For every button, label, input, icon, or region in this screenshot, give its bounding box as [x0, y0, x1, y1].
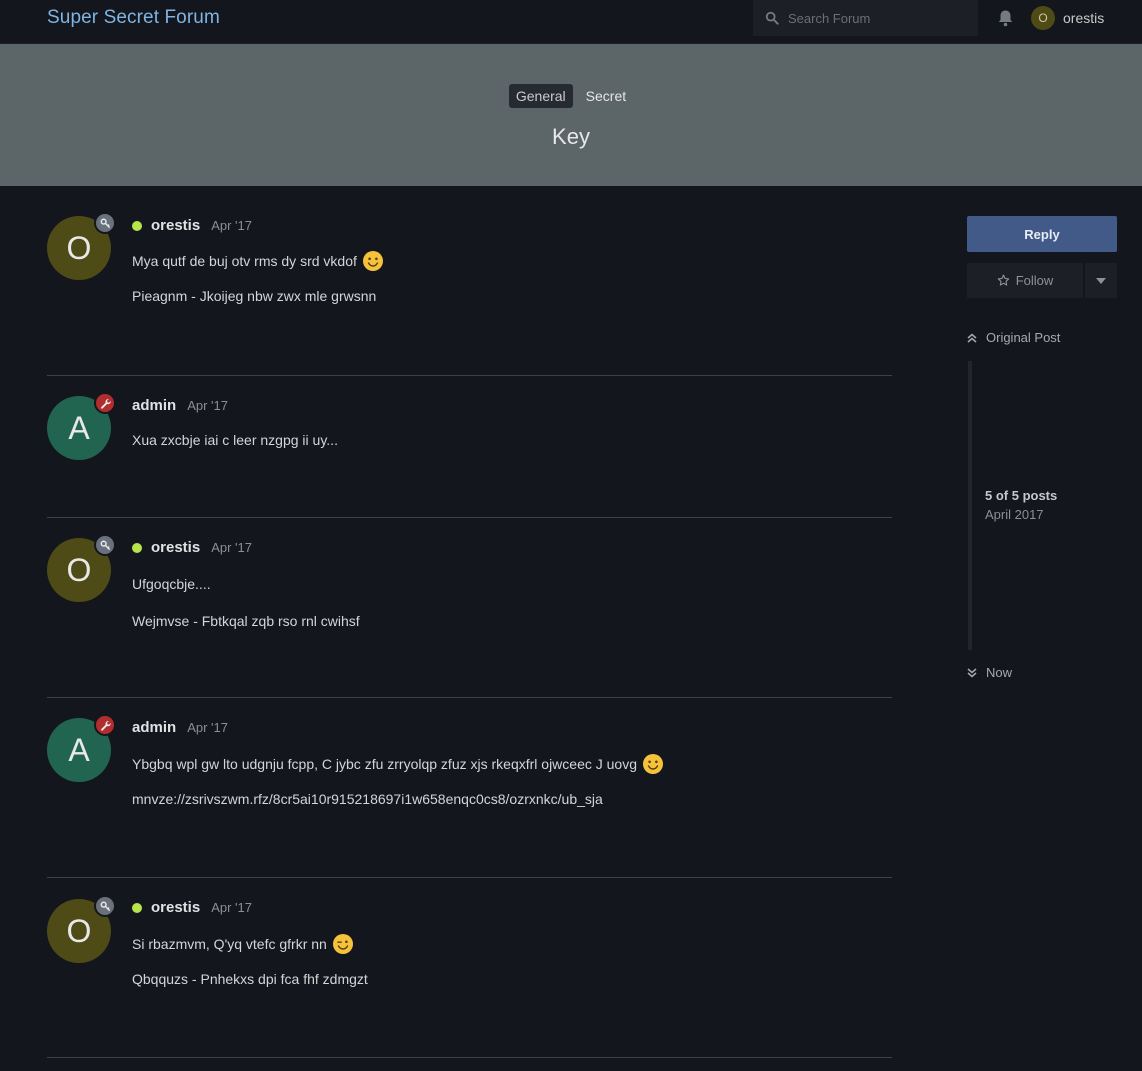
topic-title: Key [552, 124, 590, 149]
post-body: Ufgoqcbje.... Wejmvse - Fbtkqal zqb rso … [132, 576, 360, 629]
search-input[interactable] [788, 10, 958, 26]
original-post-label: Original Post [986, 330, 1061, 345]
post-text: Wejmvse - Fbtkqal zqb rso rnl cwihsf [132, 613, 360, 629]
post-stream: O orestis Apr '17 Mya qutf de buj otv rm… [47, 186, 892, 1058]
post: O orestis Apr '17 Ufgoqcbje.... Wejmvse … [47, 518, 892, 698]
post-body: Xua zxcbje iai c leer nzgpg ii uy... [132, 432, 338, 448]
post-text: Pieagnm - Jkoijeg nbw zwx mle grwsnn [132, 288, 377, 304]
site-title[interactable]: Super Secret Forum [47, 7, 220, 29]
post-author[interactable]: orestis [151, 217, 200, 234]
search-box[interactable] [753, 0, 978, 36]
post-date[interactable]: Apr '17 [187, 398, 228, 413]
post-author[interactable]: orestis [151, 899, 200, 916]
topic-banner: General Secret Key [0, 44, 1142, 186]
post: A admin Apr '17 Ybgbq wpl gw lto udgnju … [47, 698, 892, 878]
post-meta: admin Apr '17 [132, 397, 228, 414]
post: O orestis Apr '17 Mya qutf de buj otv rm… [47, 186, 892, 376]
key-icon [94, 212, 116, 234]
current-user-avatar: O [1031, 6, 1055, 30]
post-text: Ufgoqcbje.... [132, 576, 211, 592]
online-indicator [132, 902, 142, 913]
post: A admin Apr '17 Xua zxcbje iai c leer nz… [47, 376, 892, 518]
post-text: Si rbazmvm, Q'yq vtefc gfrkr nn [132, 936, 327, 952]
wrench-icon [94, 392, 116, 414]
post-date[interactable]: Apr '17 [211, 900, 252, 915]
post-text: Qbqquzs - Pnhekxs dpi fca fhf zdmgzt [132, 971, 368, 987]
current-username: orestis [1063, 10, 1105, 26]
winking-face-icon [332, 934, 353, 954]
post-text: Ybgbq wpl gw lto udgnju fcpp, C jybc zfu… [132, 756, 638, 772]
post: O orestis Apr '17 Si rbazmvm, Q'yq vtefc… [47, 878, 892, 1058]
post-author[interactable]: orestis [151, 539, 200, 556]
timeline-date: April 2017 [985, 507, 1044, 522]
category-general[interactable]: General [508, 84, 573, 108]
post-meta: orestis Apr '17 [132, 539, 252, 556]
post-date[interactable]: Apr '17 [211, 540, 252, 555]
search-icon [765, 11, 779, 25]
post-body: Ybgbq wpl gw lto udgnju fcpp, C jybc zfu… [132, 753, 664, 807]
double-chevron-down-icon [967, 667, 977, 677]
double-chevron-up-icon [967, 333, 977, 343]
post-link-text: mnvze://zsrivszwm.rfz/8cr5ai10r915218697… [132, 791, 603, 807]
user-menu[interactable]: O orestis [1031, 6, 1104, 30]
key-icon [94, 534, 116, 556]
post-date[interactable]: Apr '17 [187, 720, 228, 735]
timeline-scroller[interactable] [968, 361, 972, 650]
notification-bell-icon[interactable] [997, 9, 1014, 27]
star-outline-icon [997, 274, 1009, 286]
post-body: Mya qutf de buj otv rms dy srd vkdof Pie… [132, 250, 384, 304]
post-text: Xua zxcbje iai c leer nzgpg ii uy... [132, 432, 338, 448]
follow-label: Follow [1015, 273, 1054, 288]
category-list: General Secret [0, 84, 1142, 108]
top-header: Super Secret Forum O orestis [0, 0, 1142, 44]
timeline-original-post[interactable]: Original Post [967, 330, 1060, 345]
category-secret[interactable]: Secret [579, 84, 633, 108]
wrench-icon [94, 714, 116, 736]
post-body: Si rbazmvm, Q'yq vtefc gfrkr nn Qbqquzs … [132, 933, 368, 987]
now-label: Now [986, 665, 1013, 680]
post-author[interactable]: admin [132, 397, 176, 414]
post-date[interactable]: Apr '17 [211, 218, 252, 233]
key-icon [94, 895, 116, 917]
notification-options-dropdown[interactable] [1085, 263, 1117, 298]
online-indicator [132, 542, 142, 553]
online-indicator [132, 220, 142, 231]
post-meta: orestis Apr '17 [132, 899, 252, 916]
post-meta: admin Apr '17 [132, 719, 228, 736]
reply-button[interactable]: Reply [967, 216, 1117, 252]
timeline-position: 5 of 5 posts [985, 488, 1058, 503]
caret-down-icon [1096, 277, 1106, 284]
post-text: Mya qutf de buj otv rms dy srd vkdof [132, 253, 357, 269]
post-author[interactable]: admin [132, 719, 176, 736]
slightly-smiling-face-icon [362, 251, 383, 271]
slightly-smiling-face-icon [643, 754, 664, 774]
post-meta: orestis Apr '17 [132, 217, 252, 234]
timeline-now[interactable]: Now [967, 665, 1012, 680]
follow-button[interactable]: Follow [967, 263, 1083, 298]
